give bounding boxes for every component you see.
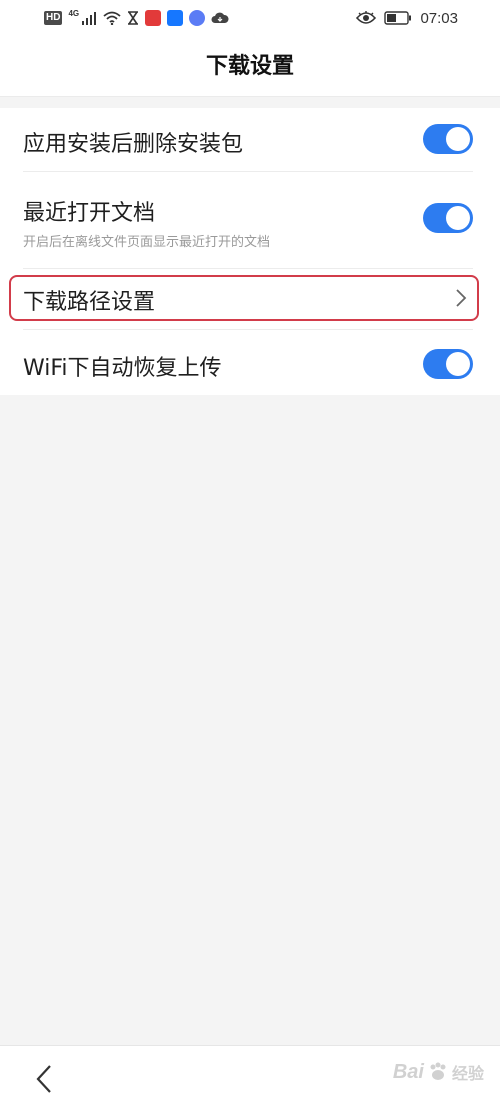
chevron-left-icon[interactable] <box>30 1062 60 1096</box>
setting-label: 最近打开文档 <box>23 201 156 226</box>
page-title: 下载设置 <box>205 54 294 79</box>
paw-icon <box>430 1062 446 1080</box>
battery-icon <box>384 11 412 25</box>
app-music-icon <box>189 10 206 26</box>
setting-label: WiFi下自动恢复上传 <box>23 356 222 381</box>
hd-badge: HD <box>44 11 63 25</box>
recent-docs-toggle[interactable] <box>423 203 473 233</box>
bottom-nav-bar: Bai 经验 <box>0 1045 500 1112</box>
setting-label: 应用安装后删除安装包 <box>23 132 244 157</box>
status-bar: HD 4G 07:03 <box>0 0 500 38</box>
setting-row-delete-package: 应用安装后删除安装包 <box>0 108 500 171</box>
signal-icon <box>82 12 97 25</box>
setting-row-recent-docs: 最近打开文档 开启后在离线文件页面显示最近打开的文档 <box>0 172 500 268</box>
highlight-annotation <box>9 275 479 321</box>
title-bar: 下载设置 <box>0 38 500 97</box>
watermark-text: Bai <box>392 1060 424 1083</box>
watermark: Bai 经验 <box>393 1060 484 1084</box>
delete-package-toggle[interactable] <box>423 124 473 154</box>
setting-sublabel: 开启后在离线文件页面显示最近打开的文档 <box>23 235 271 250</box>
status-bar-right: 07:03 <box>356 8 458 28</box>
toggle-knob <box>446 127 470 151</box>
app-red-icon <box>145 10 162 26</box>
app-alipay-icon <box>167 10 184 26</box>
network-type-label: 4G <box>68 8 80 18</box>
wifi-upload-toggle[interactable] <box>423 349 473 379</box>
hourglass-icon <box>128 11 139 25</box>
toggle-knob <box>446 206 470 230</box>
toggle-knob <box>446 352 470 376</box>
setting-row-wifi-upload: WiFi下自动恢复上传 <box>0 330 500 395</box>
status-time: 07:03 <box>420 9 458 27</box>
wifi-icon <box>103 11 121 25</box>
settings-list: 应用安装后删除安装包 最近打开文档 开启后在离线文件页面显示最近打开的文档 下载… <box>0 108 500 395</box>
eye-icon <box>356 11 377 24</box>
cloud-icon <box>211 12 229 23</box>
watermark-suffix: 经验 <box>451 1064 484 1083</box>
status-bar-left: HD 4G <box>44 8 229 28</box>
